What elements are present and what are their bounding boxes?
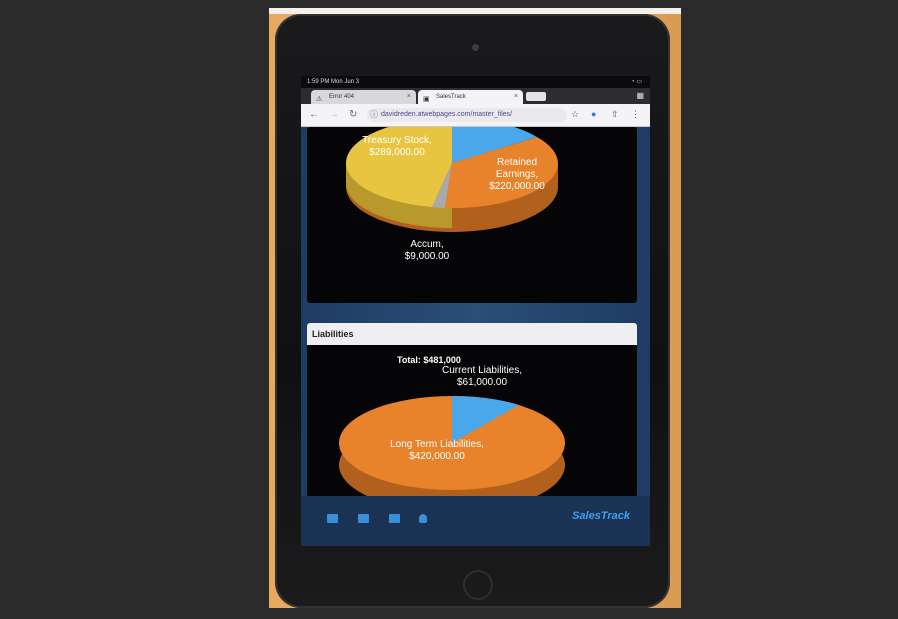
panel-title: Liabilities (307, 323, 637, 345)
back-icon[interactable]: ← (309, 109, 319, 120)
menu-icon[interactable]: ⋮ (631, 109, 640, 120)
label-treasury-stock: Treasury Stock, $289,000.00 (347, 135, 447, 159)
close-icon[interactable]: × (407, 90, 411, 104)
tab-label: SalesTrack (436, 94, 466, 100)
tablet-frame: 1:59 PM Mon Jun 3 ◔ ▭ ⚠ Error 404 × ▣ Sa… (275, 14, 670, 608)
star-icon[interactable]: ☆ (571, 109, 579, 120)
label-long-term-liabilities: Long Term Liabilities, $420,000.00 (362, 439, 512, 463)
status-time: 1:59 PM Mon Jun 3 (307, 79, 360, 85)
list-icon[interactable] (327, 514, 338, 523)
tab-error-404[interactable]: ⚠ Error 404 × (311, 90, 416, 104)
label-text: Current Liabilities, $61,000.00 (441, 365, 523, 388)
close-icon[interactable]: × (514, 90, 518, 104)
liabilities-panel: Liabilities Total: $481,000 Current Liab… (307, 323, 637, 498)
label-current-liabilities: Current Liabilities, $61,000.00 (417, 365, 547, 389)
address-bar: ← → ↻ ⓘ davidreden.atwebpages.com/master… (301, 104, 650, 127)
tab-salestrack[interactable]: ▣ SalesTrack × (418, 90, 523, 104)
label-retained-earnings: Retained Earnings, $220,000.00 (467, 157, 567, 193)
share-icon[interactable]: ⇧ (611, 109, 619, 120)
mic-icon[interactable]: ● (591, 109, 596, 119)
camera-icon (472, 44, 479, 51)
brand-logo: SalesTrack (572, 510, 630, 522)
label-text: Accum, $9,000.00 (404, 239, 450, 262)
info-icon: ⓘ (370, 110, 378, 119)
equity-panel: Treasury Stock, $289,000.00 Retained Ear… (307, 127, 637, 303)
page-content: Treasury Stock, $289,000.00 Retained Ear… (301, 127, 650, 498)
grid-icon[interactable] (358, 514, 369, 523)
tablet-screen: 1:59 PM Mon Jun 3 ◔ ▭ ⚠ Error 404 × ▣ Sa… (301, 76, 650, 546)
user-icon[interactable] (419, 514, 427, 523)
label-text: Retained Earnings, $220,000.00 (489, 157, 545, 192)
photo-background: 1:59 PM Mon Jun 3 ◔ ▭ ⚠ Error 404 × ▣ Sa… (269, 8, 681, 608)
dashboard-icon[interactable] (389, 514, 400, 523)
bottom-nav: SalesTrack (301, 496, 650, 546)
forward-icon[interactable]: → (329, 109, 339, 120)
tab-label: Error 404 (329, 94, 355, 100)
home-button (463, 570, 493, 600)
new-tab-button[interactable] (526, 92, 546, 101)
tabs-overview-icon[interactable]: ▦ (636, 91, 644, 100)
url-field[interactable]: ⓘ davidreden.atwebpages.com/master_files… (367, 108, 567, 122)
browser-tabs: ⚠ Error 404 × ▣ SalesTrack × ▦ (301, 88, 650, 104)
status-icons: ◔ ▭ (631, 79, 642, 85)
reload-icon[interactable]: ↻ (349, 109, 357, 120)
label-text: Treasury Stock, $289,000.00 (362, 135, 432, 158)
url-text: davidreden.atwebpages.com/master_files/ (381, 111, 513, 118)
status-bar: 1:59 PM Mon Jun 3 ◔ ▭ (301, 76, 650, 88)
label-text: Long Term Liabilities, $420,000.00 (390, 439, 484, 462)
label-accum: Accum, $9,000.00 (382, 239, 472, 263)
